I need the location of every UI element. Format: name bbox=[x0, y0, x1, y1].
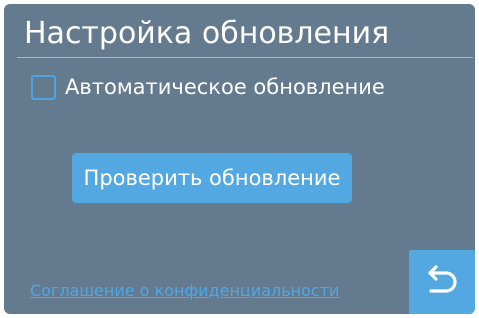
privacy-policy-link[interactable]: Соглашение о конфиденциальности bbox=[30, 280, 339, 302]
update-settings-screen: Настройка обновления Автоматическое обно… bbox=[4, 4, 475, 314]
back-button[interactable] bbox=[409, 250, 475, 314]
auto-update-option[interactable]: Автоматическое обновление bbox=[31, 71, 385, 103]
title-divider bbox=[17, 57, 473, 58]
check-update-button[interactable]: Проверить обновление bbox=[72, 153, 352, 203]
return-arrow-icon bbox=[423, 263, 461, 301]
auto-update-checkbox[interactable] bbox=[31, 74, 56, 100]
auto-update-label: Автоматическое обновление bbox=[65, 75, 385, 99]
page-title: Настройка обновления bbox=[24, 16, 390, 51]
